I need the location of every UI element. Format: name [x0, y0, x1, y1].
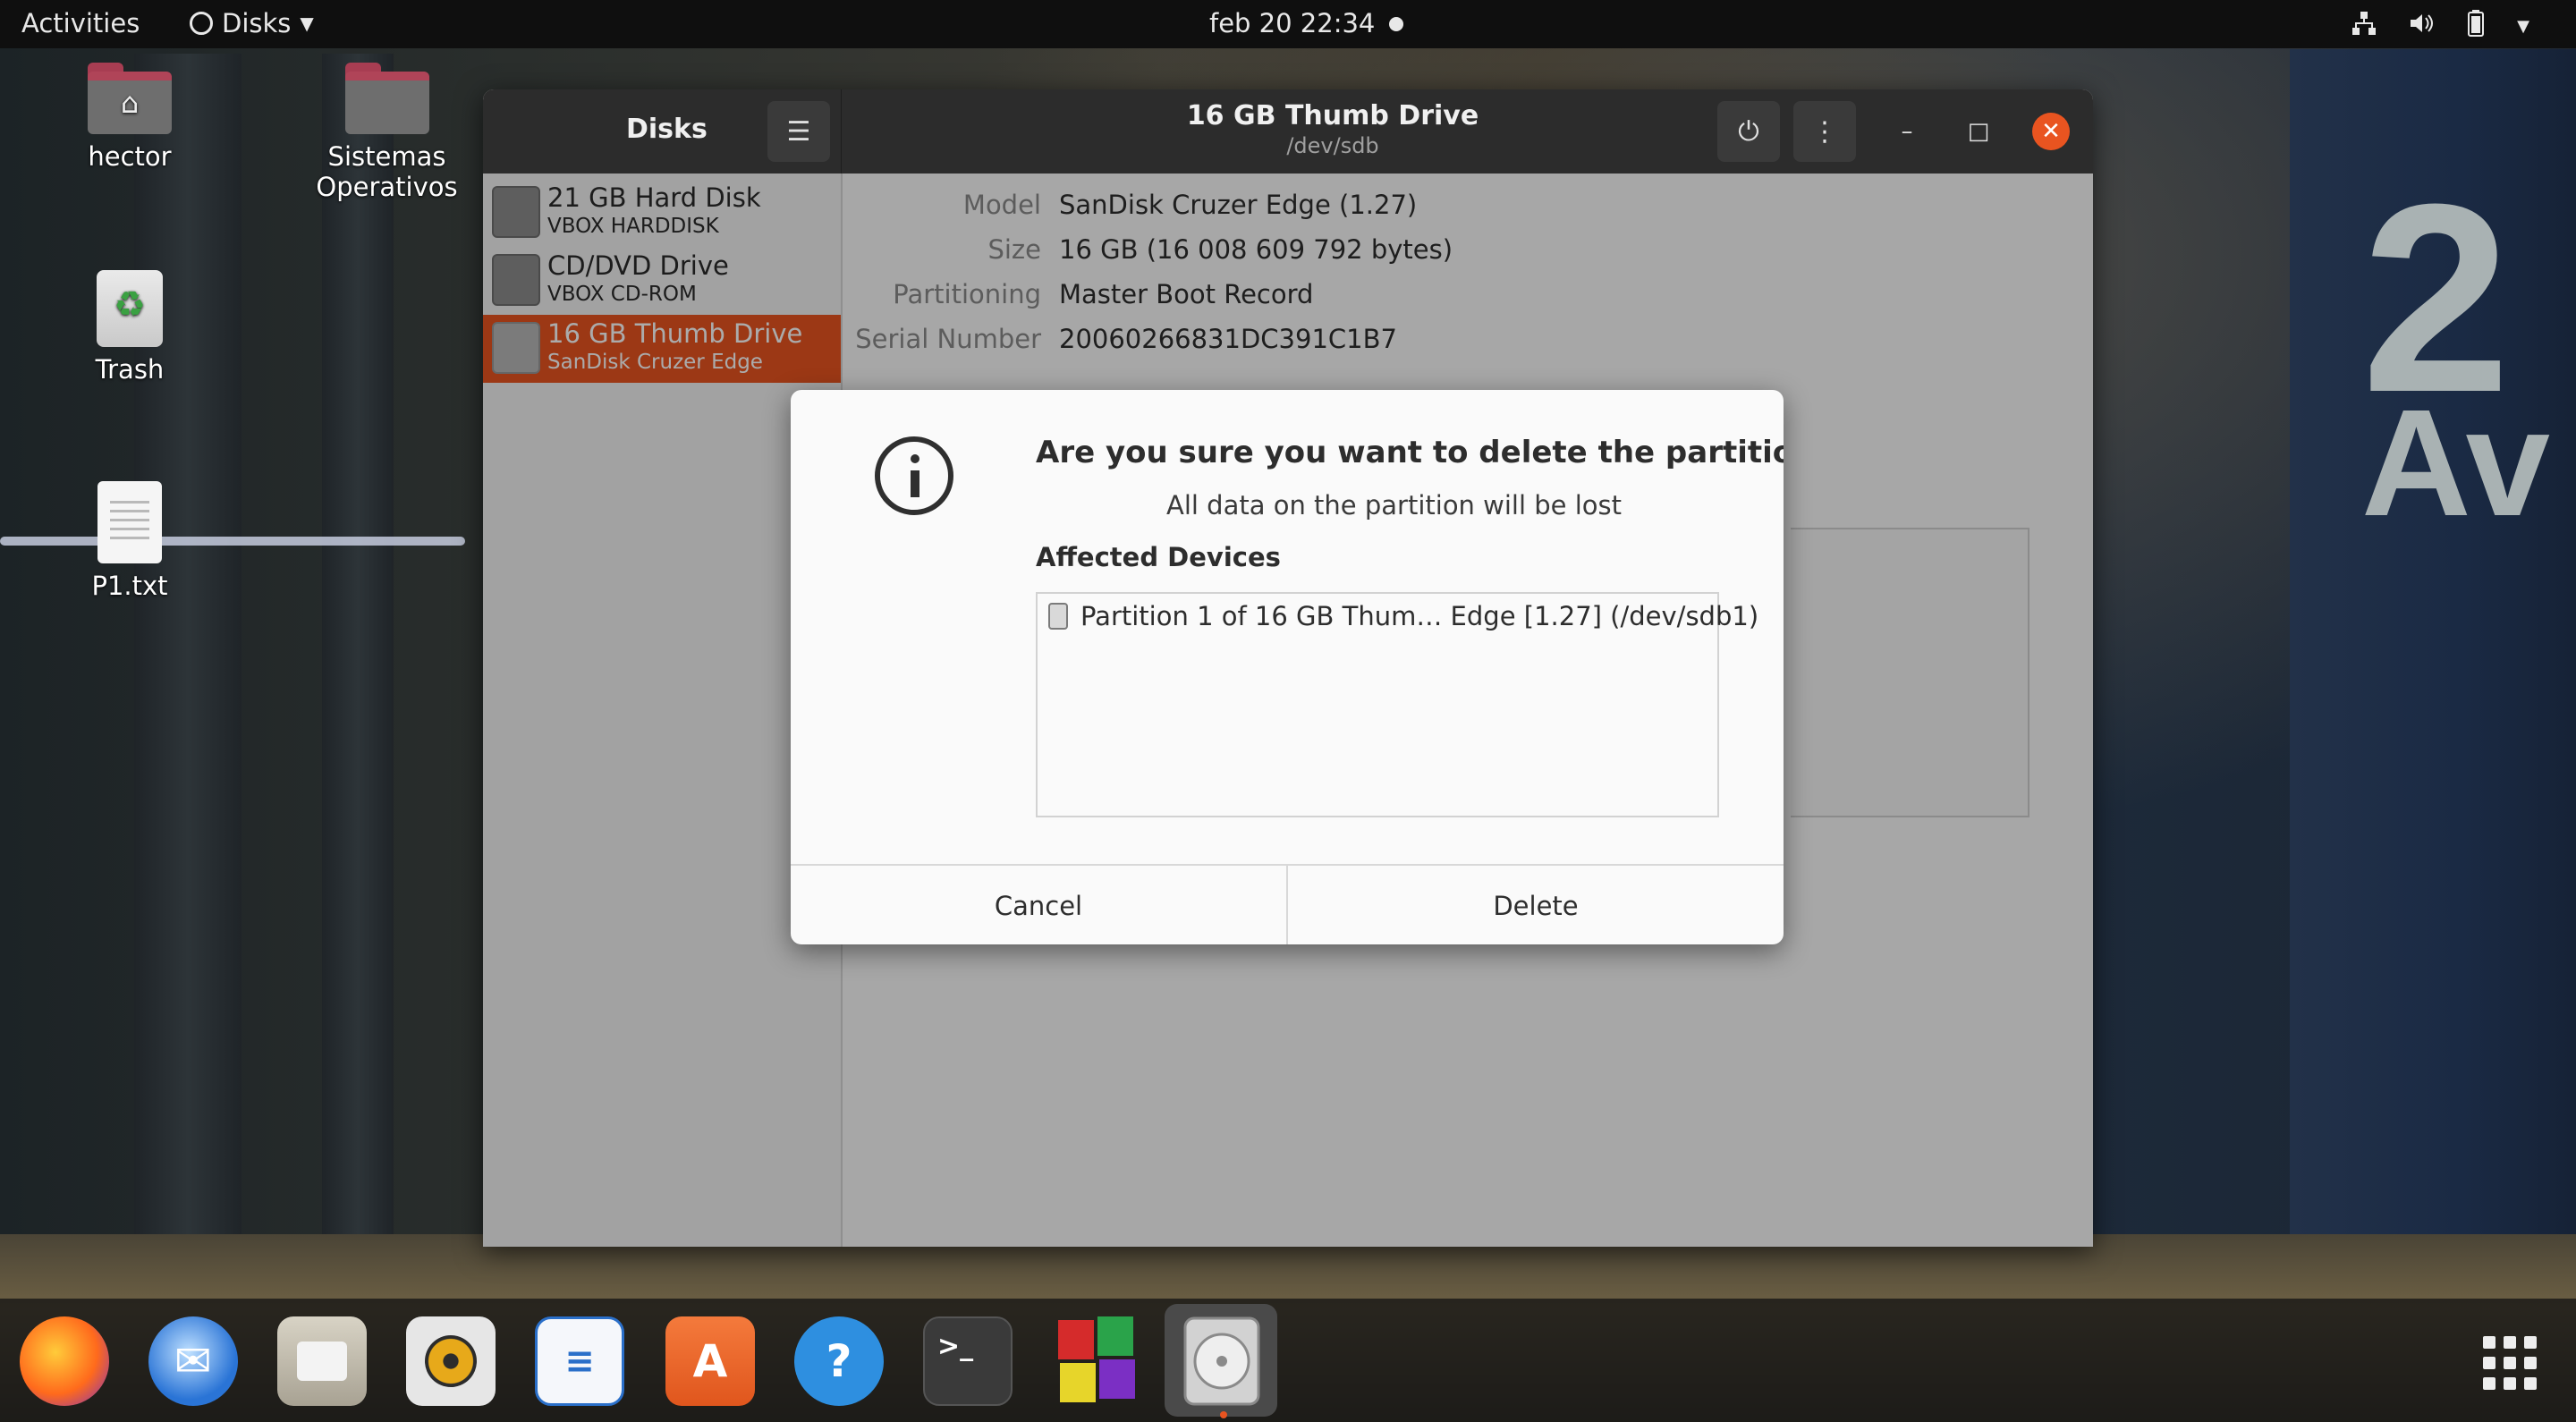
cancel-button[interactable]: Cancel — [791, 866, 1286, 944]
home-folder-icon: ⌂ — [88, 63, 172, 134]
dialog-buttons: Cancel Delete — [791, 864, 1784, 944]
app-grid-colored-icon[interactable] — [1052, 1316, 1141, 1406]
sidebar-header: Disks ☰ — [483, 89, 842, 174]
maximize-button[interactable]: □ — [1960, 113, 1997, 150]
maximize-icon: □ — [1967, 118, 1990, 145]
desktop-icon-label: Trash — [95, 354, 165, 385]
close-icon: ✕ — [2041, 118, 2061, 145]
menu-button[interactable]: ☰ — [767, 101, 830, 162]
usb-drive-icon — [1048, 603, 1068, 630]
info-icon — [875, 436, 953, 515]
delete-partition-dialog: Are you sure you want to delete the part… — [791, 390, 1784, 944]
hamburger-icon: ☰ — [786, 115, 811, 148]
top-bar: Activities Disks ▼ feb 20 22:34 ▼ — [0, 0, 2576, 48]
desktop-icon-trash[interactable]: ♻ Trash — [63, 270, 197, 385]
affected-devices-label: Affected Devices — [1036, 542, 1281, 572]
affected-devices-list[interactable]: Partition 1 of 16 GB Thum… Edge [1.27] (… — [1036, 592, 1758, 817]
disks-icon[interactable] — [1177, 1316, 1267, 1406]
minimize-icon: – — [1901, 118, 1913, 145]
volume-icon — [2408, 10, 2435, 43]
list-item[interactable]: Partition 1 of 16 GB Thum… Edge [1.27] (… — [1048, 601, 1758, 631]
app-menu-label: Disks — [222, 8, 292, 38]
wallpaper-sign: Av — [2361, 378, 2551, 548]
files-icon[interactable] — [277, 1316, 367, 1406]
rhythmbox-icon[interactable] — [406, 1316, 496, 1406]
desktop-icon-label: P1.txt — [91, 571, 168, 601]
desktop-icon-label: hector — [88, 141, 172, 172]
terminal-icon[interactable]: >_ — [923, 1316, 1013, 1406]
running-indicator — [1220, 1411, 1227, 1418]
dialog-heading: Are you sure you want to delete the part… — [1036, 435, 1784, 470]
chevron-down-icon: ▼ — [2517, 17, 2529, 36]
drive-options-button[interactable]: ⋮ — [1793, 101, 1856, 162]
help-icon[interactable]: ? — [794, 1316, 884, 1406]
desktop-icon-sistemas[interactable]: Sistemas Operativos — [309, 63, 465, 202]
trash-icon: ♻ — [97, 270, 163, 347]
battery-icon — [2465, 9, 2487, 44]
dialog-subtext: All data on the partition will be lost — [1166, 490, 1623, 521]
system-tray[interactable]: ▼ — [2351, 9, 2529, 44]
affected-device-label: Partition 1 of 16 GB Thum… Edge [1.27] (… — [1080, 601, 1759, 631]
disks-app-icon — [190, 12, 213, 35]
libreoffice-writer-icon[interactable]: ≡ — [535, 1316, 624, 1406]
show-applications-button[interactable] — [2483, 1336, 2537, 1390]
window-title-block: 16 GB Thumb Drive /dev/sdb — [841, 100, 1825, 158]
dock: ✉ ≡ A ? >_ — [0, 1299, 2576, 1422]
window-title: 16 GB Thumb Drive — [1186, 100, 1479, 131]
minimize-button[interactable]: – — [1888, 113, 1926, 150]
software-icon[interactable]: A — [665, 1316, 755, 1406]
power-icon: ⏻ — [1738, 115, 1759, 148]
notification-dot-icon — [1389, 17, 1403, 31]
firefox-icon[interactable] — [20, 1316, 109, 1406]
vertical-ellipsis-icon: ⋮ — [1811, 115, 1838, 148]
network-icon — [2351, 10, 2377, 43]
delete-button[interactable]: Delete — [1286, 866, 1784, 944]
desktop-icon-p1txt[interactable]: P1.txt — [63, 481, 197, 601]
sidebar-title: Disks — [626, 114, 708, 145]
power-off-button[interactable]: ⏻ — [1717, 101, 1780, 162]
close-button[interactable]: ✕ — [2032, 113, 2070, 150]
header-bar: Disks ☰ 16 GB Thumb Drive /dev/sdb ⏻ ⋮ –… — [483, 89, 2093, 174]
desktop-icon-home[interactable]: ⌂ hector — [63, 63, 197, 172]
chevron-down-icon: ▼ — [300, 13, 314, 34]
window-subtitle: /dev/sdb — [1286, 133, 1379, 158]
text-file-icon — [97, 481, 162, 563]
app-menu[interactable]: Disks ▼ — [190, 8, 314, 38]
wallpaper-pillar — [134, 54, 242, 1243]
desktop-icon-label: Sistemas Operativos — [316, 141, 458, 202]
wallpaper-pillar — [322, 54, 394, 1243]
clock[interactable]: feb 20 22:34 — [1209, 8, 1375, 38]
activities-button[interactable]: Activities — [21, 8, 140, 38]
thunderbird-icon[interactable]: ✉ — [148, 1316, 238, 1406]
folder-icon — [344, 63, 429, 134]
